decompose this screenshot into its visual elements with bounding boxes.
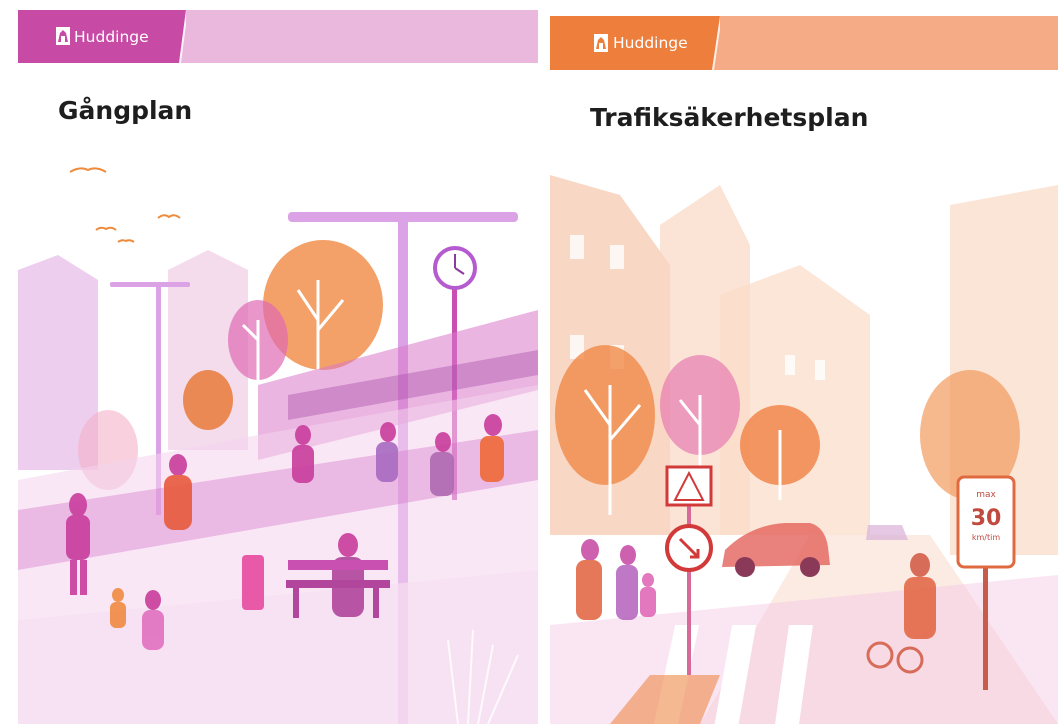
coat-of-arms-icon (56, 27, 70, 49)
header-band: Huddinge (550, 16, 1058, 70)
speed-sign-unit: km/tim (972, 533, 1000, 542)
brand-name: Huddinge (74, 27, 149, 46)
cover-title: Gångplan (58, 96, 193, 125)
brand-name: Huddinge (613, 34, 688, 52)
coat-of-arms-icon (594, 34, 608, 56)
trafiksakerhetsplan-cover: Huddinge Trafiksäkerhetsplan max 30 km/t… (550, 0, 1058, 724)
speed-sign-top: max (976, 490, 996, 500)
cover-title: Trafiksäkerhetsplan (590, 103, 869, 132)
speed-sign-value: 30 (971, 506, 1002, 531)
cover-illustration (18, 150, 538, 724)
header-band: Huddinge (18, 10, 538, 63)
gangplan-cover: Huddinge Gångplan (18, 0, 538, 724)
cover-illustration: max 30 km/tim (550, 155, 1058, 724)
